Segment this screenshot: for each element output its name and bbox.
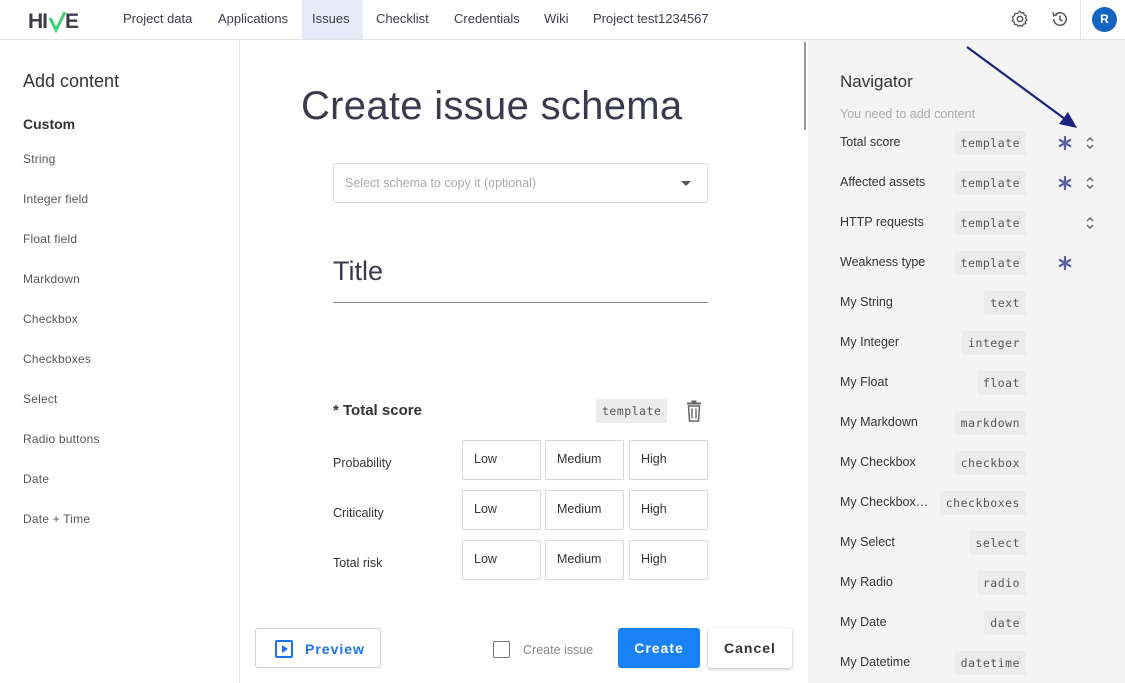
caret-down-icon (681, 181, 691, 186)
navigator-item-name[interactable]: My Date (840, 615, 887, 629)
navigator-item-name[interactable]: Weakness type (840, 255, 925, 269)
navigator-item-tag: checkboxes (939, 491, 1026, 515)
create-button[interactable]: Create (618, 628, 700, 668)
content-item-markdown[interactable]: Markdown (23, 272, 80, 286)
topbar-divider (1080, 0, 1081, 39)
schema-editor: Create issue schema Select schema to cop… (241, 40, 807, 683)
row-label-total-risk: Total risk (333, 556, 383, 570)
navigator-item-tag: radio (976, 571, 1026, 595)
content-item-string[interactable]: String (23, 152, 56, 166)
navigator-item-tag: date (984, 611, 1026, 635)
collapse-icon[interactable] (1086, 217, 1094, 229)
content-item-checkbox[interactable]: Checkbox (23, 312, 78, 326)
collapse-icon[interactable] (1086, 137, 1094, 149)
navigator-item-name[interactable]: My Select (840, 535, 895, 549)
content-item-datetime[interactable]: Date + Time (23, 512, 90, 526)
annotation-arrow (966, 46, 1077, 128)
navigator-item-tag: template (954, 131, 1026, 155)
page-title: Create issue schema (301, 84, 683, 128)
navigator-item-name[interactable]: My Datetime (840, 655, 910, 669)
row-label-criticality: Criticality (333, 506, 384, 520)
content-item-integer[interactable]: Integer field (23, 192, 88, 206)
navigator-item-name[interactable]: My Float (840, 375, 888, 389)
title-input-value: Title (333, 256, 384, 286)
navigator-item-name[interactable]: My Checkbox… (840, 495, 928, 509)
option-cell[interactable]: High (629, 440, 708, 480)
row-label-probability: Probability (333, 456, 392, 470)
option-cell[interactable]: Low (462, 490, 541, 530)
navigator-item-tag: text (984, 291, 1026, 315)
content-item-checkboxes[interactable]: Checkboxes (23, 352, 91, 366)
nav-issues[interactable]: Issues (302, 0, 363, 39)
copy-schema-placeholder: Select schema to copy it (optional) (345, 176, 537, 190)
navigator-item-name[interactable]: My Integer (840, 335, 899, 349)
navigator-item-name[interactable]: My Radio (840, 575, 893, 589)
navigator-item-name[interactable]: Affected assets (840, 175, 925, 189)
content-item-date[interactable]: Date (23, 472, 49, 486)
gear-icon[interactable] (1010, 9, 1030, 29)
option-cell[interactable]: Medium (545, 540, 624, 580)
asterisk-icon[interactable] (1058, 136, 1072, 150)
navigator-item-name[interactable]: Total score (840, 135, 900, 149)
navigator-panel: Navigator You need to add content Total … (808, 40, 1125, 683)
custom-section-title: Custom (23, 116, 76, 132)
play-icon (275, 640, 293, 658)
nav-project-data[interactable]: Project data (113, 0, 202, 39)
content-item-select[interactable]: Select (23, 392, 58, 406)
asterisk-icon[interactable] (1058, 256, 1072, 270)
navigator-item-name[interactable]: HTTP requests (840, 215, 924, 229)
svg-text:HI: HI (28, 10, 47, 33)
navigator-item-tag: template (954, 211, 1026, 235)
content-item-radio[interactable]: Radio buttons (23, 432, 100, 446)
hive-logo[interactable]: HI E (28, 9, 84, 33)
navigator-item-name[interactable]: My String (840, 295, 893, 309)
nav-checklist[interactable]: Checklist (366, 0, 439, 39)
content-item-float[interactable]: Float field (23, 232, 77, 246)
svg-text:E: E (65, 10, 79, 33)
add-content-title: Add content (23, 71, 120, 91)
navigator-item-tag: float (976, 371, 1026, 395)
user-avatar[interactable]: R (1092, 7, 1117, 32)
navigator-item-tag: select (969, 531, 1026, 555)
option-cell[interactable]: High (629, 540, 708, 580)
scrollbar[interactable] (804, 42, 806, 130)
nav-wiki[interactable]: Wiki (534, 0, 579, 39)
collapse-icon[interactable] (1086, 177, 1094, 189)
add-content-panel: Add content Custom String Integer field … (0, 40, 240, 683)
title-input[interactable]: Title (333, 254, 708, 303)
top-navbar: HI E Project data Applications Issues Ch… (0, 0, 1125, 40)
navigator-item-tag: markdown (954, 411, 1026, 435)
create-issue-checkbox[interactable] (493, 641, 510, 658)
asterisk-icon[interactable] (1058, 176, 1072, 190)
navigator-item-tag: datetime (954, 651, 1026, 675)
nav-credentials[interactable]: Credentials (444, 0, 530, 39)
trash-icon[interactable] (684, 400, 704, 422)
preview-button[interactable]: Preview (255, 628, 381, 668)
history-icon[interactable] (1050, 9, 1070, 29)
option-cell[interactable]: High (629, 490, 708, 530)
navigator-item-tag: checkbox (954, 451, 1026, 475)
navigator-title: Navigator (840, 72, 913, 91)
navigator-item-tag: integer (962, 331, 1026, 355)
nav-project-name[interactable]: Project test1234567 (583, 0, 719, 39)
copy-schema-select[interactable]: Select schema to copy it (optional) (333, 163, 708, 203)
create-issue-label: Create issue (523, 643, 594, 657)
nav-applications[interactable]: Applications (208, 0, 298, 39)
option-cell[interactable]: Low (462, 440, 541, 480)
option-cell[interactable]: Medium (545, 490, 624, 530)
navigator-item-name[interactable]: My Checkbox (840, 455, 916, 469)
navigator-item-tag: template (954, 251, 1026, 275)
field-type-tag: template (596, 399, 668, 423)
cancel-button[interactable]: Cancel (708, 628, 792, 668)
field-label: * Total score (333, 402, 422, 419)
navigator-item-name[interactable]: My Markdown (840, 415, 918, 429)
option-cell[interactable]: Low (462, 540, 541, 580)
navigator-item-tag: template (954, 171, 1026, 195)
option-cell[interactable]: Medium (545, 440, 624, 480)
preview-button-label: Preview (305, 641, 365, 657)
